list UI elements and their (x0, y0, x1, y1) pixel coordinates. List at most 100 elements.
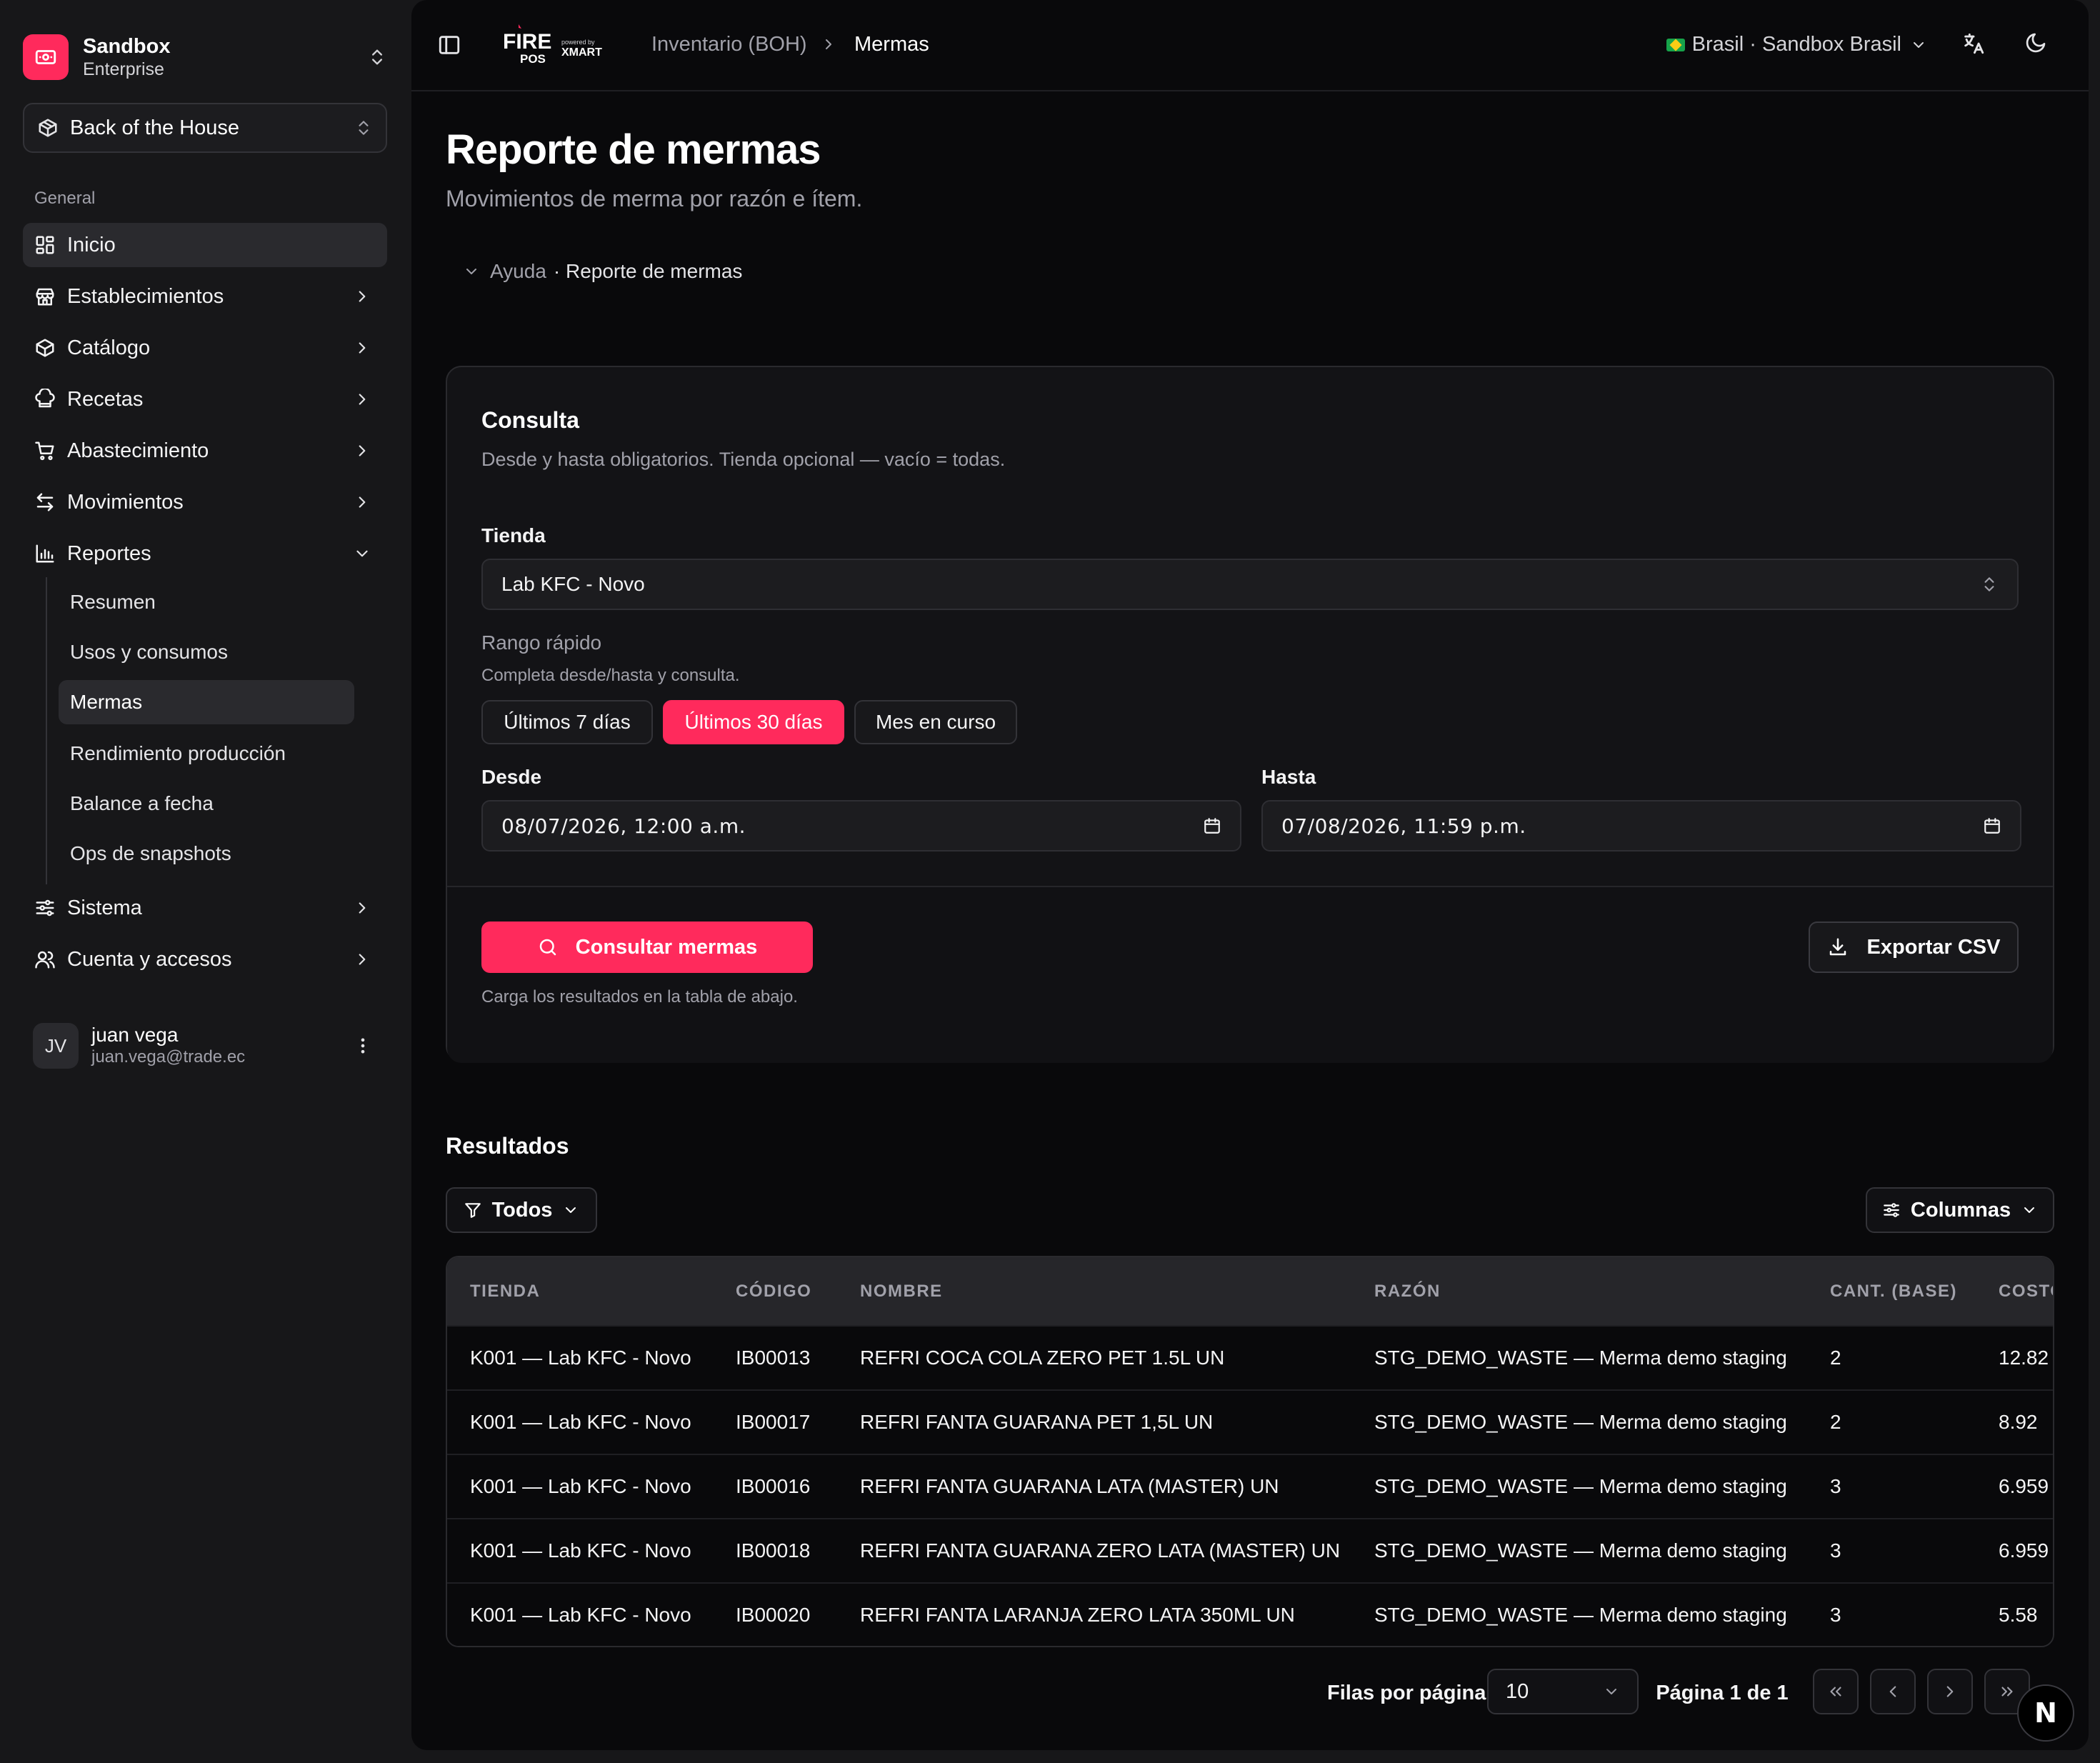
sidebar-subitem-mermas[interactable]: Mermas (59, 680, 354, 724)
region-selector[interactable]: Brasil · Sandbox Brasil (1666, 33, 1927, 56)
bar-chart-icon (34, 543, 56, 564)
column-header-cantidad[interactable]: CANT. (BASE) (1807, 1257, 1976, 1326)
sidebar-item-label: Abastecimiento (67, 439, 209, 462)
cell-codigo: IB00018 (713, 1518, 837, 1583)
nextjs-badge[interactable]: N (2017, 1684, 2074, 1742)
org-logo-icon (23, 34, 69, 80)
sidebar-item-cuenta[interactable]: Cuenta y accesos (23, 937, 387, 982)
sidebar-subitem-resumen[interactable]: Resumen (59, 580, 354, 624)
cell-tienda: K001 — Lab KFC - Novo (447, 1454, 713, 1519)
column-header-razon[interactable]: RAZÓN (1351, 1257, 1807, 1326)
column-header-costo[interactable]: COSTO (1976, 1257, 2053, 1326)
rows-per-page-value: 10 (1506, 1679, 1529, 1703)
cell-cantidad: 3 (1807, 1518, 1976, 1583)
chevrons-right-icon (1998, 1682, 2016, 1701)
cell-razon: STG_DEMO_WASTE — Merma demo staging (1351, 1389, 1807, 1454)
sidebar-item-label: Cuenta y accesos (67, 947, 232, 971)
table-row[interactable]: K001 — Lab KFC - Novo IB00013 REFRI COCA… (447, 1325, 2053, 1390)
table-row[interactable]: K001 — Lab KFC - Novo IB00017 REFRI FANT… (447, 1389, 2053, 1454)
from-datetime-input[interactable]: 08/07/2026, 12:00 a.m. (481, 800, 1241, 851)
submit-query-button[interactable]: Consultar mermas (481, 922, 813, 973)
sidebar-subitem-usos[interactable]: Usos y consumos (59, 630, 354, 674)
users-icon (34, 949, 56, 970)
store-select-value: Lab KFC - Novo (501, 573, 645, 595)
chevron-down-icon (562, 1202, 579, 1219)
next-page-button[interactable] (1927, 1669, 1973, 1714)
filter-button[interactable]: Todos (446, 1187, 597, 1233)
store-select[interactable]: Lab KFC - Novo (481, 559, 2019, 610)
cell-cantidad: 2 (1807, 1389, 1976, 1454)
cell-nombre: REFRI COCA COLA ZERO PET 1.5L UN (837, 1325, 1351, 1390)
sidebar-item-sistema[interactable]: Sistema (23, 886, 387, 930)
export-csv-button[interactable]: Exportar CSV (1809, 922, 2019, 973)
to-datetime-input[interactable]: 07/08/2026, 11:59 p.m. (1261, 800, 2021, 851)
results-table: TIENDA CÓDIGO NOMBRE RAZÓN CANT. (BASE) … (446, 1256, 2054, 1647)
range-current-month-button[interactable]: Mes en curso (854, 700, 1017, 744)
sidebar-item-label: Recetas (67, 387, 144, 411)
cell-tienda: K001 — Lab KFC - Novo (447, 1389, 713, 1454)
breadcrumb-mermas: Mermas (854, 33, 929, 56)
cell-tienda: K001 — Lab KFC - Novo (447, 1582, 713, 1646)
moon-icon[interactable] (2024, 31, 2047, 54)
topbar: FIRE POS powered by XMART Inventario (BO… (411, 0, 2089, 91)
rows-per-page-select[interactable]: 10 (1487, 1669, 1639, 1714)
more-vertical-icon[interactable] (353, 1036, 373, 1056)
results-title: Resultados (446, 1133, 569, 1159)
first-page-button[interactable] (1813, 1669, 1859, 1714)
page-indicator: Página 1 de 1 (1656, 1682, 1789, 1704)
range-30-days-button[interactable]: Últimos 30 días (663, 700, 844, 744)
sidebar-subitem-balance[interactable]: Balance a fecha (59, 781, 354, 826)
cell-nombre: REFRI FANTA GUARANA ZERO LATA (MASTER) U… (837, 1518, 1351, 1583)
sidebar-toggle-icon[interactable] (437, 33, 461, 57)
cell-razon: STG_DEMO_WASTE — Merma demo staging (1351, 1325, 1807, 1390)
module-switcher[interactable]: Back of the House (23, 103, 387, 153)
brand-logo: FIRE POS powered by XMART (501, 23, 609, 67)
calendar-icon[interactable] (1203, 816, 1221, 835)
chevrons-up-down-icon (1980, 575, 1999, 594)
subnav-line (46, 577, 47, 884)
region-label: Brasil · Sandbox Brasil (1691, 33, 1901, 56)
store-label: Tienda (481, 524, 546, 546)
table-row[interactable]: K001 — Lab KFC - Novo IB00018 REFRI FANT… (447, 1518, 2053, 1583)
cell-tienda: K001 — Lab KFC - Novo (447, 1518, 713, 1583)
user-menu[interactable]: JV juan vega juan.vega@trade.ec (23, 1014, 387, 1077)
sidebar-item-recetas[interactable]: Recetas (23, 377, 387, 421)
sidebar-item-catalogo[interactable]: Catálogo (23, 326, 387, 370)
sidebar-item-inicio[interactable]: Inicio (23, 223, 387, 267)
sidebar-subitem-rendimiento[interactable]: Rendimiento producción (59, 731, 354, 776)
sidebar-item-movimientos[interactable]: Movimientos (23, 480, 387, 524)
range-7-days-button[interactable]: Últimos 7 días (481, 700, 653, 744)
chevron-right-icon (353, 441, 371, 460)
prev-page-button[interactable] (1870, 1669, 1916, 1714)
table-row[interactable]: K001 — Lab KFC - Novo IB00020 REFRI FANT… (447, 1582, 2053, 1646)
table-row[interactable]: K001 — Lab KFC - Novo IB00016 REFRI FANT… (447, 1454, 2053, 1519)
chevrons-left-icon (1826, 1682, 1845, 1701)
from-label: Desde (481, 766, 542, 788)
cell-razon: STG_DEMO_WASTE — Merma demo staging (1351, 1454, 1807, 1519)
arrows-left-right-icon (34, 491, 56, 513)
breadcrumb-inventario[interactable]: Inventario (BOH) (651, 33, 807, 56)
column-header-tienda[interactable]: TIENDA (447, 1257, 713, 1326)
cart-icon (34, 440, 56, 461)
columns-button[interactable]: Columnas (1866, 1187, 2054, 1233)
calendar-icon[interactable] (1983, 816, 2001, 835)
avatar: JV (33, 1023, 79, 1069)
brand-powered: powered by (561, 39, 595, 46)
help-toggle[interactable]: Ayuda · Reporte de mermas (463, 260, 742, 283)
cell-cantidad: 3 (1807, 1582, 1976, 1646)
sidebar-item-reportes[interactable]: Reportes (23, 531, 387, 576)
cell-nombre: REFRI FANTA LARANJA ZERO LATA 350ML UN (837, 1582, 1351, 1646)
column-header-codigo[interactable]: CÓDIGO (713, 1257, 837, 1326)
sidebar-item-establecimientos[interactable]: Establecimientos (23, 274, 387, 319)
filter-icon (464, 1201, 482, 1219)
sidebar-item-abastecimiento[interactable]: Abastecimiento (23, 429, 387, 473)
chevron-right-icon (353, 950, 371, 969)
column-header-nombre[interactable]: NOMBRE (837, 1257, 1351, 1326)
language-icon[interactable] (1961, 31, 1986, 56)
card-title: Consulta (481, 407, 579, 433)
submit-query-label: Consultar mermas (575, 935, 758, 959)
sidebar-subitem-snapshots[interactable]: Ops de snapshots (59, 831, 354, 876)
chevron-right-icon (353, 493, 371, 511)
org-switcher[interactable]: Sandbox Enterprise (23, 30, 387, 84)
chef-hat-icon (34, 389, 56, 410)
